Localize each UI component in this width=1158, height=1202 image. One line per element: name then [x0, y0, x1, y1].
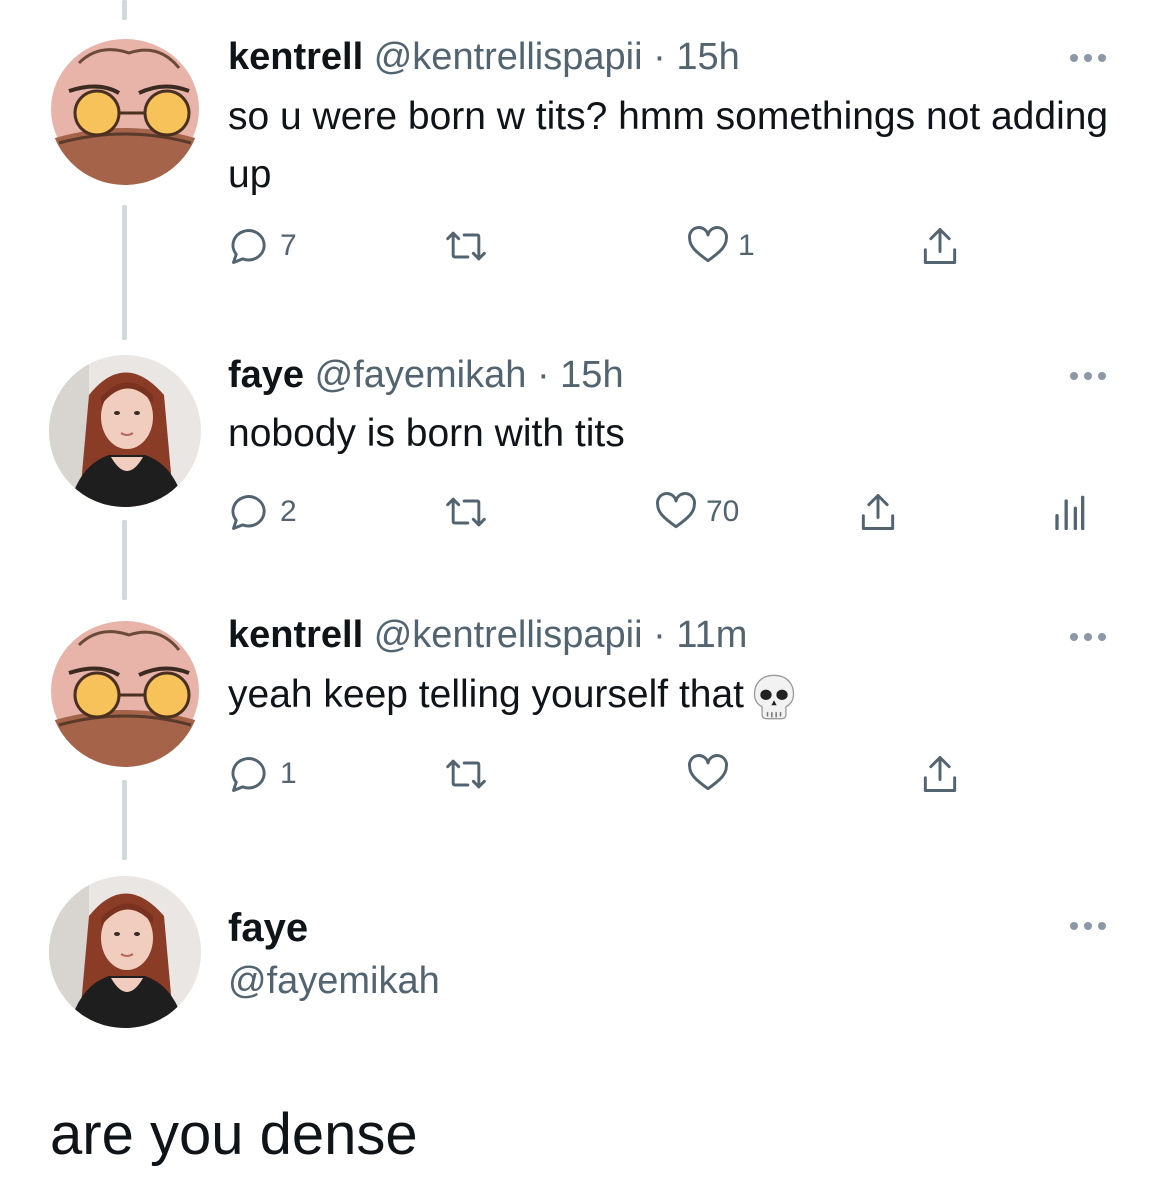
retweet-button[interactable]	[444, 490, 488, 534]
reply-count: 2	[280, 495, 297, 528]
tweet-text: yeah keep telling yourself that	[228, 666, 1128, 724]
cartoon-frog-avatar[interactable]	[49, 615, 201, 767]
thread-line	[122, 780, 127, 860]
timestamp[interactable]: 11m	[676, 614, 747, 656]
retweet-button[interactable]	[444, 752, 488, 796]
reply-button[interactable]: 7	[228, 224, 297, 268]
username[interactable]: @fayemikah	[315, 354, 527, 396]
tweet-header: faye @fayemikah · 15h	[228, 352, 624, 398]
username[interactable]: @fayemikah	[228, 958, 440, 1004]
reply-button[interactable]: 1	[228, 752, 297, 796]
separator-dot: ·	[653, 614, 666, 656]
like-button[interactable]: 1	[686, 224, 755, 268]
share-button[interactable]	[918, 752, 962, 796]
heart-icon	[656, 492, 696, 529]
display-name[interactable]: kentrell	[228, 36, 363, 78]
display-name[interactable]: faye	[228, 354, 304, 396]
thread-line	[122, 520, 127, 600]
tweet-header: kentrell @kentrellispapii · 11m	[228, 612, 747, 658]
timestamp[interactable]: 15h	[676, 36, 739, 78]
share-button[interactable]	[856, 490, 900, 534]
retweet-icon	[446, 759, 486, 789]
share-button[interactable]	[918, 224, 962, 268]
retweet-icon	[446, 497, 486, 527]
reply-count: 1	[280, 757, 297, 790]
reply-button[interactable]: 2	[228, 490, 297, 534]
retweet-icon	[446, 231, 486, 261]
profile-photo-avatar[interactable]	[49, 355, 201, 507]
retweet-button[interactable]	[444, 224, 488, 268]
display-name[interactable]: faye	[228, 904, 308, 952]
reply-icon	[231, 229, 266, 264]
timestamp[interactable]: 15h	[560, 354, 623, 396]
tweet-text-content: yeah keep telling yourself that	[228, 673, 744, 716]
username[interactable]: @kentrellispapii	[374, 36, 643, 78]
display-name[interactable]: kentrell	[228, 614, 363, 656]
more-options-icon[interactable]	[1064, 627, 1116, 647]
like-count: 70	[706, 495, 740, 528]
more-options-icon[interactable]	[1064, 366, 1116, 386]
skull-emoji	[753, 674, 795, 720]
share-icon	[923, 756, 957, 792]
thread-line	[122, 0, 127, 20]
more-options-icon[interactable]	[1064, 916, 1116, 936]
username[interactable]: @kentrellispapii	[374, 614, 643, 656]
share-icon	[861, 494, 895, 530]
tweet-text: are you dense	[50, 1102, 418, 1167]
tweet-text: nobody is born with tits	[228, 412, 625, 455]
analytics-button[interactable]	[1046, 490, 1090, 534]
analytics-icon	[1055, 495, 1085, 531]
heart-icon	[688, 226, 728, 263]
heart-icon	[688, 754, 728, 791]
share-icon	[923, 228, 957, 264]
reply-count: 7	[280, 229, 297, 262]
like-button[interactable]	[686, 752, 730, 796]
more-options-icon[interactable]	[1064, 48, 1116, 68]
separator-dot: ·	[536, 354, 550, 396]
tweet-header: kentrell @kentrellispapii · 15h	[228, 34, 740, 80]
like-button[interactable]: 70	[654, 490, 739, 534]
reply-icon	[231, 757, 266, 792]
profile-photo-avatar[interactable]	[49, 876, 201, 1028]
tweet-text: so u were born w tits? hmm somethings no…	[228, 95, 1109, 196]
reply-icon	[231, 495, 266, 530]
thread-line	[122, 205, 127, 340]
separator-dot: ·	[653, 36, 666, 78]
cartoon-frog-avatar[interactable]	[49, 33, 201, 185]
like-count: 1	[738, 229, 755, 262]
